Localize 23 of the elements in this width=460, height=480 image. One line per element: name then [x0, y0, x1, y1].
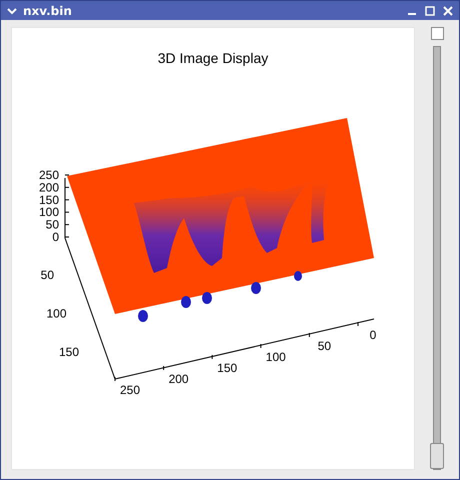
y-tick-label: 50 [40, 268, 54, 282]
y-tick-label: 150 [58, 345, 79, 359]
z-tick-label: 0 [52, 230, 59, 244]
x-tick-label: 150 [217, 361, 238, 375]
z-tick-label: 250 [38, 168, 59, 182]
y-tick-label: 100 [46, 306, 66, 320]
plot-title: 3D Image Display [158, 50, 268, 66]
z-tick-label: 100 [38, 205, 59, 220]
vertical-slider[interactable] [433, 46, 441, 470]
checkbox[interactable] [430, 27, 444, 40]
z-tick-label: 200 [38, 180, 59, 194]
slider-thumb[interactable] [430, 443, 444, 469]
x-tick-label: 250 [120, 383, 140, 397]
window-title: nxv.bin [23, 4, 72, 18]
x-tick-label: 100 [266, 350, 286, 364]
z-tick-label: 50 [46, 218, 59, 232]
x-tick-label: 0 [370, 328, 376, 342]
x-tick-label: 50 [318, 339, 332, 353]
x-tick-label: 200 [168, 372, 189, 386]
maximize-icon[interactable] [425, 6, 435, 16]
z-tick-label: 150 [38, 192, 59, 207]
menu-chevron-icon[interactable] [7, 6, 17, 14]
close-icon[interactable] [443, 6, 453, 16]
